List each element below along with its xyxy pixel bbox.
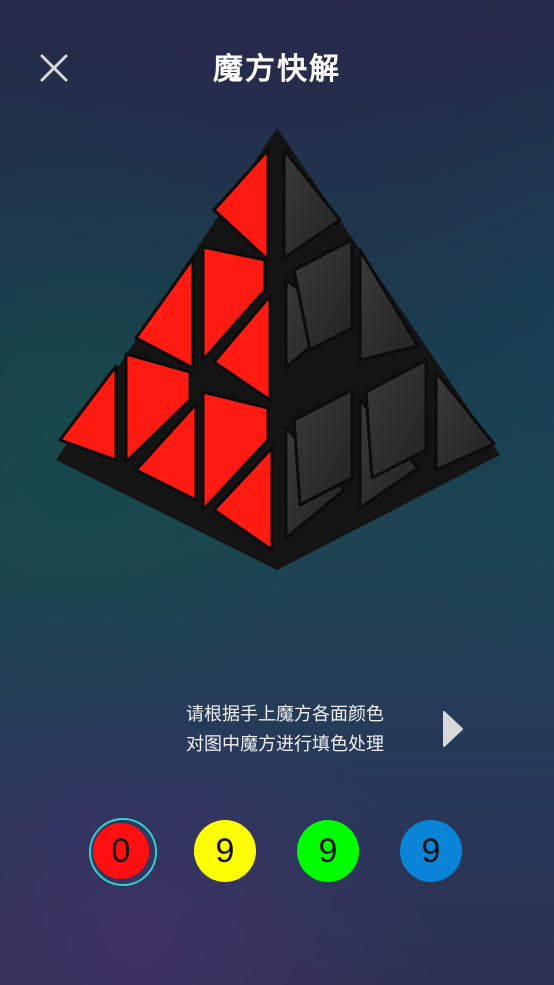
instruction-text: 请根据手上魔方各面颜色 对图中魔方进行填色处理 xyxy=(120,700,450,760)
color-swatch-red[interactable]: 0 xyxy=(93,823,149,879)
swatch-count: 0 xyxy=(111,831,131,870)
color-swatch-green[interactable]: 9 xyxy=(297,820,359,882)
page-title: 魔方快解 xyxy=(213,52,341,87)
play-arrow-icon xyxy=(443,711,463,747)
swatch-count: 9 xyxy=(421,831,441,870)
pyramid-puzzle[interactable] xyxy=(0,110,554,590)
color-palette: 0 9 9 9 xyxy=(0,818,554,890)
swatch-count: 9 xyxy=(318,831,338,870)
color-swatch-yellow[interactable]: 9 xyxy=(194,820,256,882)
next-button[interactable] xyxy=(436,708,470,750)
swatch-count: 9 xyxy=(215,831,235,870)
right-face xyxy=(282,148,496,540)
instruction-line-2: 对图中魔方进行填色处理 xyxy=(186,734,384,755)
sticker[interactable] xyxy=(358,248,420,362)
instruction-line-1: 请根据手上魔方各面颜色 xyxy=(186,704,384,725)
color-swatch-blue[interactable]: 9 xyxy=(400,820,462,882)
